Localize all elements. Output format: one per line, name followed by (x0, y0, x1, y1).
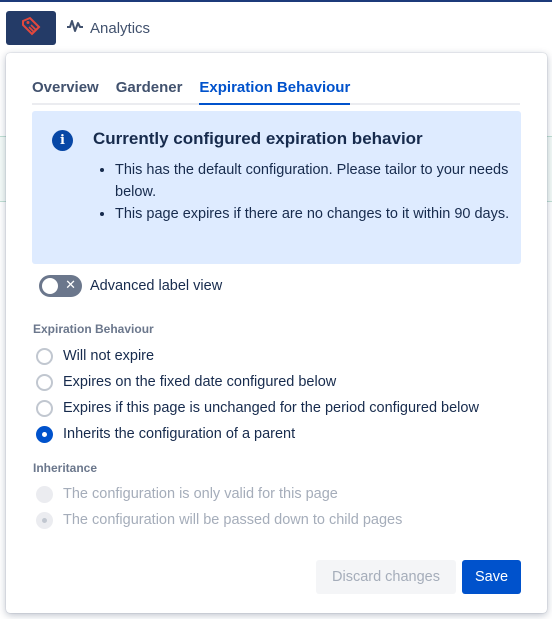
radio-option[interactable]: Expires if this page is unchanged for th… (36, 395, 479, 421)
inheritance-radio-group: The configuration is only valid for this… (36, 481, 402, 533)
radio-label: The configuration will be passed down to… (63, 512, 403, 528)
radio-label: The configuration is only valid for this… (63, 486, 338, 502)
radio-button-selected[interactable] (36, 425, 53, 443)
expiration-heading: Expiration Behaviour (33, 322, 154, 336)
tag-icon (20, 16, 42, 41)
expiration-radio-group: Will not expire Expires on the fixed dat… (36, 343, 479, 447)
radio-button[interactable] (36, 347, 53, 365)
page-settings-popup: Overview Gardener Expiration Behaviour i… (6, 53, 547, 613)
inheritance-heading: Inheritance (33, 461, 98, 475)
info-title: Currently configured expiration behavior (93, 129, 423, 148)
tab-gardener[interactable]: Gardener (116, 79, 183, 103)
radio-option-disabled: The configuration is only valid for this… (36, 481, 402, 507)
tab-bar: Overview Gardener Expiration Behaviour (32, 79, 520, 105)
radio-label: Expires on the fixed date configured bel… (63, 374, 337, 390)
radio-button-disabled (36, 485, 53, 503)
info-panel: i Currently configured expiration behavi… (32, 111, 521, 264)
info-list: This has the default configuration. Plea… (115, 159, 510, 225)
radio-option[interactable]: Expires on the fixed date configured bel… (36, 369, 479, 395)
advanced-label-toggle-row: ✕ Advanced label view (39, 275, 222, 297)
discard-changes-button[interactable]: Discard changes (316, 560, 456, 594)
app-menu-button[interactable] (6, 11, 56, 45)
analytics-label: Analytics (90, 19, 151, 37)
radio-option-disabled: The configuration will be passed down to… (36, 507, 402, 533)
activity-icon (66, 19, 84, 37)
save-button[interactable]: Save (462, 560, 521, 594)
radio-label: Inherits the configuration of a parent (63, 426, 296, 442)
close-icon: ✕ (65, 277, 76, 292)
tab-overview[interactable]: Overview (32, 79, 99, 103)
toggle-label: Advanced label view (90, 278, 223, 294)
analytics-link[interactable]: Analytics (66, 19, 150, 37)
tab-expiration-behaviour[interactable]: Expiration Behaviour (199, 79, 351, 105)
radio-button-disabled-selected (36, 511, 53, 529)
radio-button[interactable] (36, 399, 53, 417)
info-bullet: This page expires if there are no change… (115, 203, 510, 225)
advanced-label-toggle[interactable]: ✕ (39, 275, 82, 297)
info-bullet: This has the default configuration. Plea… (115, 159, 510, 203)
radio-label: Will not expire (63, 348, 155, 364)
page-toolbar: Analytics (0, 2, 552, 52)
radio-label: Expires if this page is unchanged for th… (63, 400, 479, 416)
radio-option[interactable]: Will not expire (36, 343, 479, 369)
info-icon: i (52, 130, 73, 151)
radio-button[interactable] (36, 373, 53, 391)
radio-option[interactable]: Inherits the configuration of a parent (36, 421, 479, 447)
toggle-knob (42, 278, 58, 294)
